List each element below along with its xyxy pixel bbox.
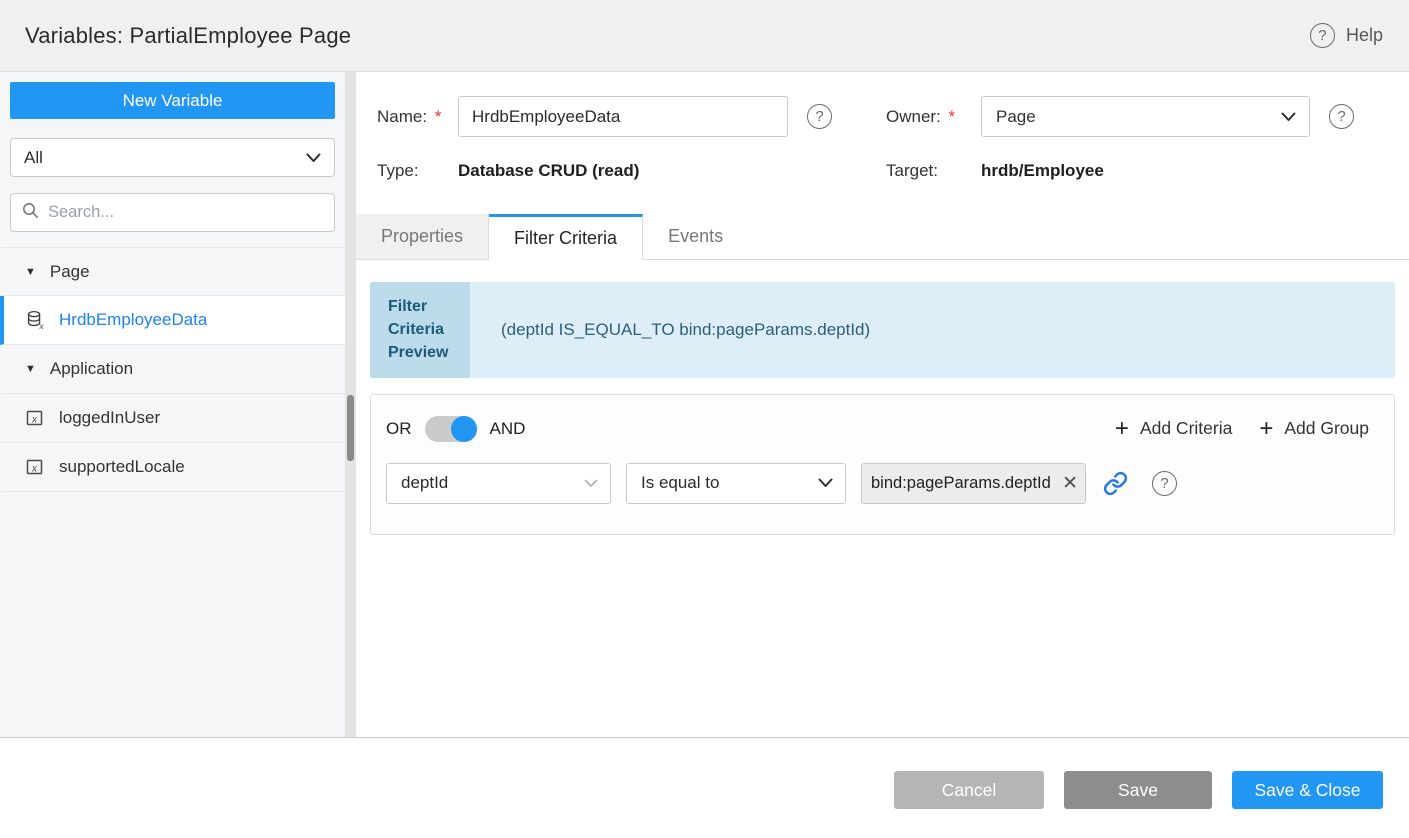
toggle-knob[interactable] [451,416,477,442]
sidebar-item-loggedinuser[interactable]: x loggedInUser [0,394,345,443]
svg-text:x: x [31,464,38,475]
criteria-row: deptId Is equal to bind:pa [386,463,1369,504]
or-label: OR [386,419,412,439]
group-label: Application [50,359,133,379]
help-button[interactable]: ? Help [1310,23,1383,48]
scrollbar-thumb[interactable] [347,395,354,461]
svg-text:x: x [31,415,38,426]
chevron-down-icon [584,473,598,493]
operator-select[interactable]: Is equal to [626,463,846,504]
required-marker: * [435,107,442,126]
chevron-down-icon [306,148,321,168]
svg-text:x: x [38,322,44,330]
search-input[interactable] [48,203,323,222]
plus-icon: + [1259,417,1273,441]
collapse-triangle-icon: ▼ [25,363,36,375]
type-label: Type: [377,161,458,181]
target-value: hrdb/Employee [981,161,1104,181]
sidebar-item-hrdbemployeedata[interactable]: x HrdbEmployeeData [0,296,345,345]
preview-label: Filter Criteria Preview [370,282,470,378]
and-label: AND [490,419,526,439]
owner-help-button[interactable]: ? [1329,104,1354,129]
name-field[interactable] [458,96,788,137]
preview-value: (deptId IS_EQUAL_TO bind:pageParams.dept… [470,282,1395,378]
target-label: Target: [886,161,981,181]
or-and-toggle[interactable] [425,416,477,442]
add-criteria-button[interactable]: + Add Criteria [1115,417,1232,441]
chevron-down-icon [1281,107,1296,127]
variable-list: ▼ Page x HrdbEmployeeData ▼ Application … [0,247,345,492]
help-icon: ? [1310,23,1335,48]
operator-value: Is equal to [641,473,719,493]
field-value: deptId [401,473,448,493]
help-icon: ? [1152,471,1177,496]
help-label: Help [1346,25,1383,46]
help-icon: ? [807,104,832,129]
sidebar-item-supportedlocale[interactable]: x supportedLocale [0,443,345,492]
dialog-body: New Variable All ▼ Page [0,72,1409,737]
group-label: Page [50,262,90,282]
sidebar-scrollbar[interactable] [345,72,356,737]
tab-bar: Properties Filter Criteria Events [356,214,1409,260]
criteria-help-button[interactable]: ? [1152,471,1177,496]
variable-label: HrdbEmployeeData [59,310,207,330]
logic-toggle-group: OR AND [386,416,525,442]
filter-criteria-preview: Filter Criteria Preview (deptId IS_EQUAL… [370,282,1395,378]
plus-icon: + [1115,417,1129,441]
type-value: Database CRUD (read) [458,161,639,181]
dialog-header: Variables: PartialEmployee Page ? Help [0,0,1409,72]
search-icon [22,202,39,224]
save-and-close-button[interactable]: Save & Close [1232,771,1383,809]
variables-dialog: Variables: PartialEmployee Page ? Help N… [0,0,1409,838]
criteria-panel: OR AND + Add Criteria + [370,394,1395,535]
sidebar-group-page[interactable]: ▼ Page [0,247,345,296]
main-panel: Name: * ? Owner: * Page ? [356,72,1409,737]
variable-filter-select[interactable]: All [10,138,335,177]
sidebar-group-application[interactable]: ▼ Application [0,345,345,394]
variable-form: Name: * ? Owner: * Page ? [356,72,1409,181]
static-variable-icon: x [25,458,45,476]
name-help-button[interactable]: ? [807,104,832,129]
bind-value: bind:pageParams.deptId [871,474,1062,493]
filter-criteria-tab-content: Filter Criteria Preview (deptId IS_EQUAL… [356,260,1409,535]
add-group-button[interactable]: + Add Group [1259,417,1369,441]
variable-label: supportedLocale [59,457,185,477]
variable-label: loggedInUser [59,408,160,428]
owner-label: Owner: * [886,107,981,127]
collapse-triangle-icon: ▼ [25,266,36,278]
bind-value-chip[interactable]: bind:pageParams.deptId ✕ [861,463,1086,504]
new-variable-button[interactable]: New Variable [10,82,335,119]
tab-properties[interactable]: Properties [356,214,489,259]
clear-bind-icon[interactable]: ✕ [1062,472,1085,495]
name-label: Name: * [377,107,458,127]
search-box[interactable] [10,193,335,232]
tab-events[interactable]: Events [643,214,748,259]
sidebar-controls: New Variable All [0,72,345,232]
database-icon: x [25,310,45,330]
field-select[interactable]: deptId [386,463,611,504]
cancel-button[interactable]: Cancel [894,771,1044,809]
save-button[interactable]: Save [1064,771,1212,809]
chevron-down-icon [818,473,833,493]
bind-link-icon[interactable] [1103,471,1128,496]
tab-filter-criteria[interactable]: Filter Criteria [489,214,643,260]
variable-filter-value: All [24,148,43,168]
page-title: Variables: PartialEmployee Page [25,23,351,49]
sidebar: New Variable All ▼ Page [0,72,345,737]
help-icon: ? [1329,104,1354,129]
required-marker: * [949,107,956,126]
owner-select[interactable]: Page [981,96,1310,137]
owner-value: Page [996,107,1036,127]
static-variable-icon: x [25,409,45,427]
dialog-footer: Cancel Save Save & Close [0,737,1409,838]
